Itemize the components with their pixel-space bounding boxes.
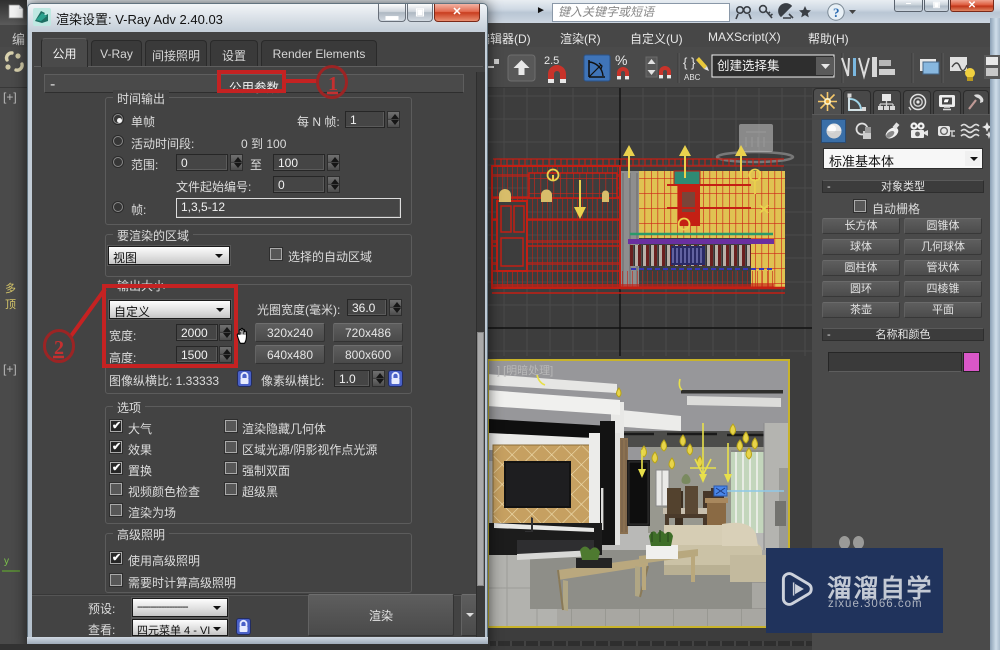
svg-text:1: 1 [328, 73, 338, 95]
svg-text:2: 2 [54, 337, 64, 359]
